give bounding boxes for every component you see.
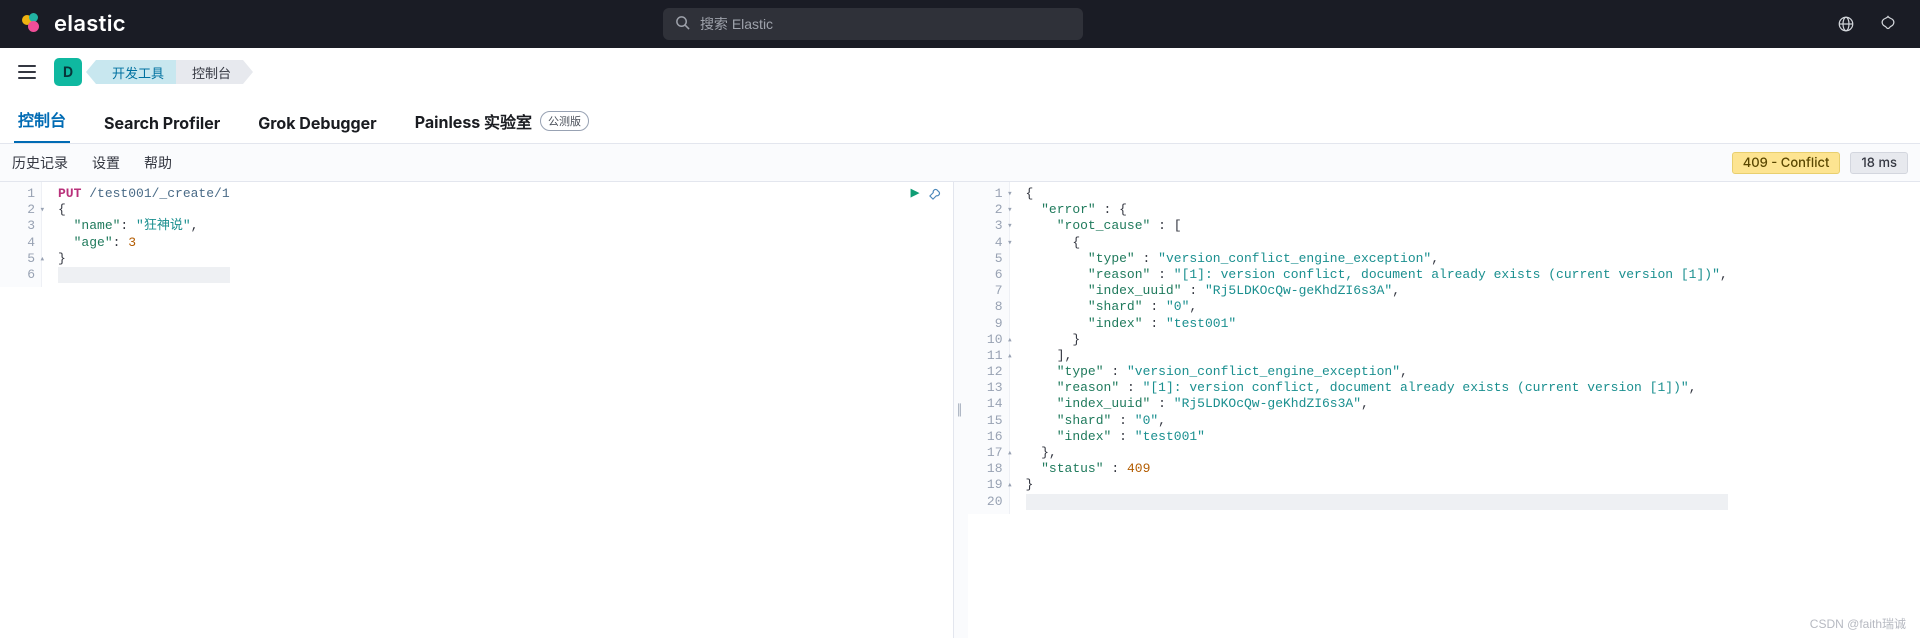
toolbar-help[interactable]: 帮助 (144, 153, 172, 173)
response-viewer: { "error" : { "root_cause" : [ { "type" … (1010, 182, 1728, 514)
dev-tools-tabs: 控制台 Search Profiler Grok Debugger Painle… (0, 96, 1920, 144)
timing-badge: 18 ms (1850, 152, 1908, 174)
beta-badge: 公测版 (540, 111, 589, 131)
breadcrumb: 开发工具 控制台 (96, 58, 243, 86)
breadcrumb-devtools[interactable]: 开发工具 (96, 60, 176, 84)
tab-painless-label: Painless 实验室 (415, 109, 532, 133)
request-pane[interactable]: ▶ 123456 PUT /test001/_create/1{ "name":… (0, 182, 954, 638)
elastic-logo[interactable]: elastic (22, 11, 126, 37)
status-badge: 409 - Conflict (1732, 152, 1841, 174)
wrench-icon[interactable] (928, 186, 943, 206)
global-search[interactable] (663, 8, 1083, 40)
console-toolbar: 历史记录 设置 帮助 409 - Conflict 18 ms (0, 144, 1920, 182)
watermark: CSDN @faith瑞诚 (1810, 615, 1906, 632)
tab-console[interactable]: 控制台 (14, 97, 70, 143)
search-icon (675, 15, 690, 34)
menu-toggle-icon[interactable] (18, 61, 40, 83)
run-icon[interactable]: ▶ (910, 186, 919, 206)
response-pane[interactable]: 1234567891011121314151617181920 { "error… (968, 182, 1920, 638)
app-badge[interactable]: D (54, 58, 82, 86)
tab-painless[interactable]: Painless 实验室 公测版 (411, 99, 593, 143)
brand-text: elastic (54, 11, 126, 37)
request-editor[interactable]: PUT /test001/_create/1{ "name": "狂神说", "… (42, 182, 230, 287)
split-handle[interactable]: ‖ (954, 182, 968, 638)
topbar: elastic (0, 0, 1920, 48)
toolbar-history[interactable]: 历史记录 (12, 153, 68, 173)
newsfeed-icon[interactable] (1832, 10, 1860, 38)
breadcrumb-console[interactable]: 控制台 (176, 60, 243, 84)
tab-profiler[interactable]: Search Profiler (100, 103, 224, 143)
nav-row: D 开发工具 控制台 (0, 48, 1920, 96)
search-input[interactable] (700, 16, 1071, 32)
elastic-logo-icon (22, 13, 44, 35)
help-icon[interactable] (1874, 10, 1902, 38)
toolbar-settings[interactable]: 设置 (92, 153, 120, 173)
tab-grok[interactable]: Grok Debugger (254, 103, 380, 143)
editor-split: ▶ 123456 PUT /test001/_create/1{ "name":… (0, 182, 1920, 638)
request-actions: ▶ (910, 186, 942, 206)
